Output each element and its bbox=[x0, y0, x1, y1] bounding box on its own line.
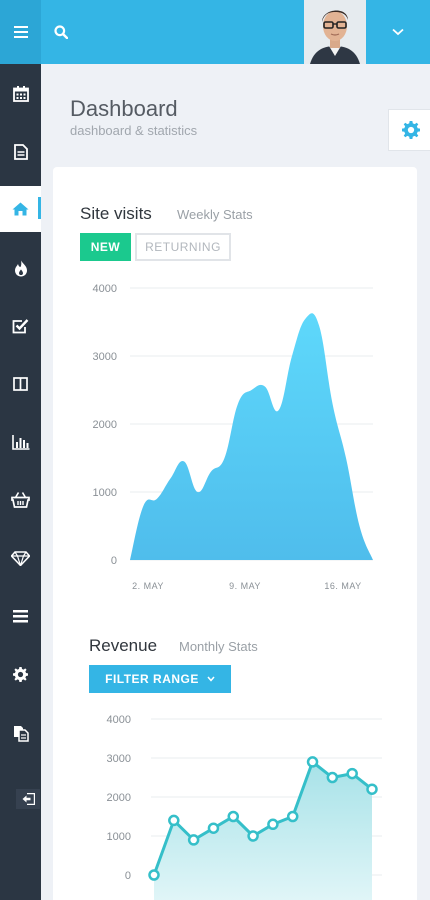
revenue-data-point[interactable] bbox=[366, 783, 378, 795]
site-visits-title: Site visits bbox=[80, 204, 152, 223]
y-tick-label: 1000 bbox=[93, 487, 117, 499]
gear-icon bbox=[13, 666, 28, 682]
site-visits-subtitle: Weekly Stats bbox=[177, 207, 253, 222]
y-tick-label: 0 bbox=[111, 555, 117, 567]
checkbox-icon bbox=[12, 319, 29, 334]
avatar[interactable] bbox=[304, 0, 366, 64]
sidebar-item-pages[interactable] bbox=[0, 710, 41, 756]
x-tick-label: 2. MAY bbox=[132, 581, 164, 591]
revenue-data-point[interactable] bbox=[148, 869, 160, 881]
site-visits-area-series bbox=[130, 313, 373, 560]
y-tick-label: 4000 bbox=[93, 283, 117, 295]
diamond-icon bbox=[11, 550, 30, 566]
x-tick-label: 9. MAY bbox=[229, 581, 261, 591]
y-tick-label: 2000 bbox=[107, 792, 131, 804]
revenue-data-point[interactable] bbox=[247, 830, 259, 842]
document-icon bbox=[13, 144, 28, 160]
y-tick-label: 3000 bbox=[93, 351, 117, 363]
logout-button[interactable] bbox=[16, 789, 40, 809]
user-dropdown-button[interactable] bbox=[366, 0, 430, 64]
y-tick-label: 4000 bbox=[107, 714, 131, 726]
y-tick-label: 1000 bbox=[107, 831, 131, 843]
revenue-data-point[interactable] bbox=[168, 814, 180, 827]
revenue-data-point[interactable] bbox=[207, 822, 220, 834]
revenue-title: Revenue bbox=[89, 636, 158, 655]
columns-icon bbox=[13, 377, 28, 391]
gear-icon bbox=[401, 121, 420, 139]
search-icon bbox=[54, 25, 68, 39]
sidebar-item-tasks[interactable] bbox=[0, 303, 41, 349]
page-title: Dashboard bbox=[70, 96, 178, 121]
site-visits-chart: 4000 3000 2000 1000 0 2. MAY 9. MAY 16. MAY bbox=[93, 283, 373, 591]
x-tick-label: 16. MAY bbox=[324, 581, 361, 591]
sidebar-item-list[interactable] bbox=[0, 593, 41, 639]
hamburger-icon bbox=[13, 26, 28, 38]
bar-chart-icon bbox=[11, 434, 29, 450]
sidebar-item-layout[interactable] bbox=[0, 361, 41, 407]
sidebar-item-calendar[interactable] bbox=[0, 71, 41, 117]
menu-button[interactable] bbox=[0, 0, 41, 64]
y-tick-label: 2000 bbox=[93, 419, 117, 431]
copy-icon bbox=[13, 725, 29, 742]
revenue-data-point[interactable] bbox=[187, 834, 200, 846]
y-tick-label: 3000 bbox=[107, 753, 131, 765]
revenue-chart: 4000 3000 2000 1000 0 bbox=[107, 714, 382, 900]
filter-range-button[interactable]: FILTER RANGE bbox=[89, 665, 231, 693]
returning-visitors-button[interactable]: RETURNING bbox=[135, 233, 231, 261]
fire-icon bbox=[14, 260, 27, 276]
sidebar-item-diamond[interactable] bbox=[0, 535, 41, 581]
home-icon bbox=[12, 202, 29, 216]
calendar-icon bbox=[12, 86, 29, 102]
revenue-data-point[interactable] bbox=[267, 818, 279, 831]
chevron-down-icon bbox=[392, 28, 404, 36]
sidebar-item-shop[interactable] bbox=[0, 477, 41, 523]
new-visitors-button[interactable]: NEW bbox=[80, 233, 131, 261]
revenue-data-point[interactable] bbox=[227, 810, 240, 823]
sidebar-item-settings[interactable] bbox=[0, 651, 41, 697]
y-tick-label: 0 bbox=[125, 870, 131, 882]
filter-range-label: FILTER RANGE bbox=[105, 672, 199, 686]
chevron-down-icon bbox=[207, 676, 215, 682]
page-subtitle: dashboard & statistics bbox=[70, 123, 198, 138]
list-icon bbox=[13, 609, 28, 622]
basket-icon bbox=[11, 492, 30, 508]
top-bar bbox=[0, 0, 430, 64]
search-button[interactable] bbox=[41, 0, 81, 64]
sidebar-item-documents[interactable] bbox=[0, 129, 41, 175]
logout-icon bbox=[22, 793, 35, 805]
revenue-data-point[interactable] bbox=[286, 810, 299, 823]
revenue-data-point[interactable] bbox=[306, 756, 319, 768]
sidebar-item-fire[interactable] bbox=[0, 245, 41, 291]
sidebar-item-home[interactable] bbox=[0, 186, 41, 232]
revenue-subtitle: Monthly Stats bbox=[179, 639, 258, 654]
sidebar-item-charts[interactable] bbox=[0, 419, 41, 465]
theme-settings-button[interactable] bbox=[388, 109, 430, 151]
revenue-data-point[interactable] bbox=[326, 771, 339, 784]
revenue-data-point[interactable] bbox=[346, 767, 358, 780]
sidebar bbox=[0, 64, 41, 900]
